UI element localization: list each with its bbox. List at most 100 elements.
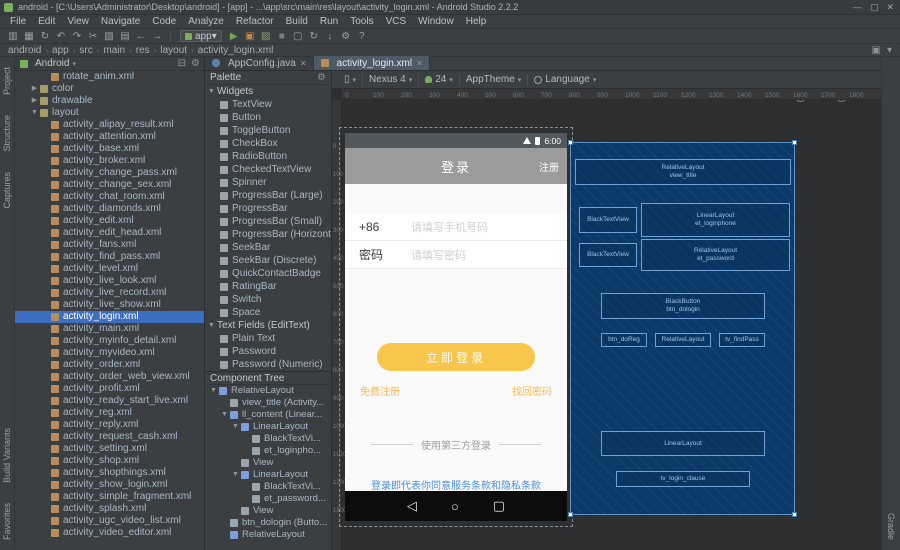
blueprint-login-button[interactable]: BlackButton btn_dologin <box>601 293 765 319</box>
tab-activity-login-xml[interactable]: activity_login.xml ✕ <box>314 56 430 70</box>
blueprint-password-input[interactable]: RelativeLayout et_password <box>641 239 790 271</box>
blueprint-phone-label[interactable]: BlackTextView <box>579 207 637 233</box>
palette-item-seekbar-discrete[interactable]: SeekBar (Discrete) <box>205 254 331 267</box>
blueprint-register-link[interactable]: btn_doReg <box>601 333 647 347</box>
menu-view[interactable]: View <box>61 16 95 27</box>
close-button[interactable]: ✕ <box>886 2 894 13</box>
palette-section-text-fields-edittext[interactable]: ▼Text Fields (EditText) <box>205 319 331 332</box>
blueprint-middle-layout[interactable]: RelativeLayout <box>655 333 711 347</box>
sync-project-icon[interactable]: ↻ <box>307 31 321 42</box>
home-nav-icon[interactable]: ○ <box>451 499 459 514</box>
cut-icon[interactable]: ✂ <box>86 31 100 42</box>
login-button[interactable]: 立即登录 <box>377 343 535 371</box>
project-item-activity-find-pass-xml[interactable]: activity_find_pass.xml <box>15 251 204 263</box>
password-field[interactable]: 密码 请填写密码 <box>345 241 567 269</box>
palette-item-togglebutton[interactable]: ToggleButton <box>205 124 331 137</box>
menu-vcs[interactable]: VCS <box>380 16 413 27</box>
palette-item-progressbar[interactable]: ProgressBar <box>205 202 331 215</box>
project-item-activity-setting-xml[interactable]: activity_setting.xml <box>15 443 204 455</box>
project-item-activity-level-xml[interactable]: activity_level.xml <box>15 263 204 275</box>
hide-navbar-icon[interactable]: ▾ <box>887 45 892 56</box>
palette-item-progressbar-large[interactable]: ProgressBar (Large) <box>205 189 331 202</box>
project-item-activity-alipay-result-xml[interactable]: activity_alipay_result.xml <box>15 119 204 131</box>
project-item-activity-shop-xml[interactable]: activity_shop.xml <box>15 455 204 467</box>
component-blacktextvi[interactable]: BlackTextVi... <box>205 433 331 445</box>
resize-handle[interactable] <box>792 140 797 145</box>
palette-section-widgets[interactable]: ▼Widgets <box>205 85 331 98</box>
gear-icon[interactable]: ⚙ <box>191 58 200 69</box>
palette-item-radiobutton[interactable]: RadioButton <box>205 150 331 163</box>
menu-edit[interactable]: Edit <box>32 16 61 27</box>
palette-item-checkbox[interactable]: CheckBox <box>205 137 331 150</box>
back-icon[interactable]: ← <box>134 31 148 42</box>
settings-icon[interactable]: ⚙ <box>339 31 353 42</box>
menu-tools[interactable]: Tools <box>344 16 379 27</box>
chevron-down-icon[interactable]: ▼ <box>30 107 39 119</box>
project-item-activity-ready-start-live-xml[interactable]: activity_ready_start_live.xml <box>15 395 204 407</box>
project-item-activity-myvideo-xml[interactable]: activity_myvideo.xml <box>15 347 204 359</box>
blueprint-view-title[interactable]: RelativeLayout view_title <box>575 159 791 185</box>
breadcrumb-activity-login-xml[interactable]: activity_login.xml <box>198 45 274 56</box>
tool-strip-captures[interactable]: Captures <box>2 172 12 209</box>
menu-code[interactable]: Code <box>146 16 182 27</box>
palette-item-quickcontactbadge[interactable]: QuickContactBadge <box>205 267 331 280</box>
resize-handle[interactable] <box>568 512 573 517</box>
blueprint-preview[interactable]: RelativeLayout view_title BlackTextView … <box>570 142 795 515</box>
help-icon[interactable]: ? <box>355 31 369 42</box>
register-action[interactable]: 注册 <box>539 159 559 174</box>
palette-item-progressbar-small[interactable]: ProgressBar (Small) <box>205 215 331 228</box>
project-item-activity-edit-xml[interactable]: activity_edit.xml <box>15 215 204 227</box>
menu-build[interactable]: Build <box>280 16 314 27</box>
recents-nav-icon[interactable]: ▢ <box>493 498 505 514</box>
project-item-activity-change-sex-xml[interactable]: activity_change_sex.xml <box>15 179 204 191</box>
menu-file[interactable]: File <box>4 16 32 27</box>
chevron-right-icon[interactable]: ▶ <box>30 95 39 107</box>
undo-icon[interactable]: ↶ <box>54 31 68 42</box>
menu-run[interactable]: Run <box>314 16 344 27</box>
breadcrumb-app[interactable]: app <box>52 45 69 56</box>
sdk-icon[interactable]: ↓ <box>323 31 337 42</box>
debug-icon[interactable]: ▣ <box>243 31 257 42</box>
project-item-activity-order-xml[interactable]: activity_order.xml <box>15 359 204 371</box>
forgot-password-link[interactable]: 找回密码 <box>512 383 552 398</box>
component-ll-content-linear[interactable]: ▼ll_content (Linear... <box>205 409 331 421</box>
tool-strip-project[interactable]: Project <box>2 67 12 95</box>
palette-item-button[interactable]: Button <box>205 111 331 124</box>
breadcrumb-main[interactable]: main <box>103 45 125 56</box>
palette-item-seekbar[interactable]: SeekBar <box>205 241 331 254</box>
tab-appconfig-java[interactable]: AppConfig.java ✕ <box>205 56 314 70</box>
project-item-activity-video-editor-xml[interactable]: activity_video_editor.xml <box>15 527 204 539</box>
chevron-right-icon[interactable]: ▶ <box>30 83 39 95</box>
project-item-activity-splash-xml[interactable]: activity_splash.xml <box>15 503 204 515</box>
project-item-activity-live-look-xml[interactable]: activity_live_look.xml <box>15 275 204 287</box>
project-item-color[interactable]: ▶color <box>15 83 204 95</box>
project-item-activity-request-cash-xml[interactable]: activity_request_cash.xml <box>15 431 204 443</box>
breadcrumb-android[interactable]: android <box>8 45 41 56</box>
project-item-activity-attention-xml[interactable]: activity_attention.xml <box>15 131 204 143</box>
close-icon[interactable]: ✕ <box>416 59 423 68</box>
component-view[interactable]: View <box>205 505 331 517</box>
component-et-loginpho[interactable]: et_loginpho... <box>205 445 331 457</box>
menu-navigate[interactable]: Navigate <box>95 16 146 27</box>
run-config-dropdown[interactable]: app ▾ <box>180 30 222 42</box>
palette-item-textview[interactable]: TextView <box>205 98 331 111</box>
project-item-activity-reg-xml[interactable]: activity_reg.xml <box>15 407 204 419</box>
project-item-activity-simple-fragment-xml[interactable]: activity_simple_fragment.xml <box>15 491 204 503</box>
menu-window[interactable]: Window <box>412 16 460 27</box>
avd-icon[interactable]: ▢ <box>291 31 305 42</box>
project-item-activity-main-xml[interactable]: activity_main.xml <box>15 323 204 335</box>
phone-number-field[interactable]: +86 请填写手机号码 <box>345 213 567 241</box>
menu-analyze[interactable]: Analyze <box>182 16 230 27</box>
chevron-down-icon[interactable]: ▼ <box>231 421 240 433</box>
project-item-activity-base-xml[interactable]: activity_base.xml <box>15 143 204 155</box>
minimize-button[interactable]: — <box>853 2 862 13</box>
maximize-button[interactable]: ▢ <box>870 2 879 13</box>
blueprint-findpass-link[interactable]: tv_findPass <box>719 333 765 347</box>
sync-icon[interactable]: ↻ <box>38 31 52 42</box>
palette-gear-icon[interactable]: ⚙ <box>317 72 326 83</box>
project-item-activity-edit-head-xml[interactable]: activity_edit_head.xml <box>15 227 204 239</box>
palette-item-spinner[interactable]: Spinner <box>205 176 331 189</box>
project-item-rotate-anim-xml[interactable]: rotate_anim.xml <box>15 71 204 83</box>
blueprint-phone-input[interactable]: LinearLayout et_loginphone <box>641 203 790 237</box>
design-preview-phone[interactable]: 6:00 登录 注册 +86 请填写手机号码 密码 请填写密码 立即登录 <box>345 133 567 521</box>
